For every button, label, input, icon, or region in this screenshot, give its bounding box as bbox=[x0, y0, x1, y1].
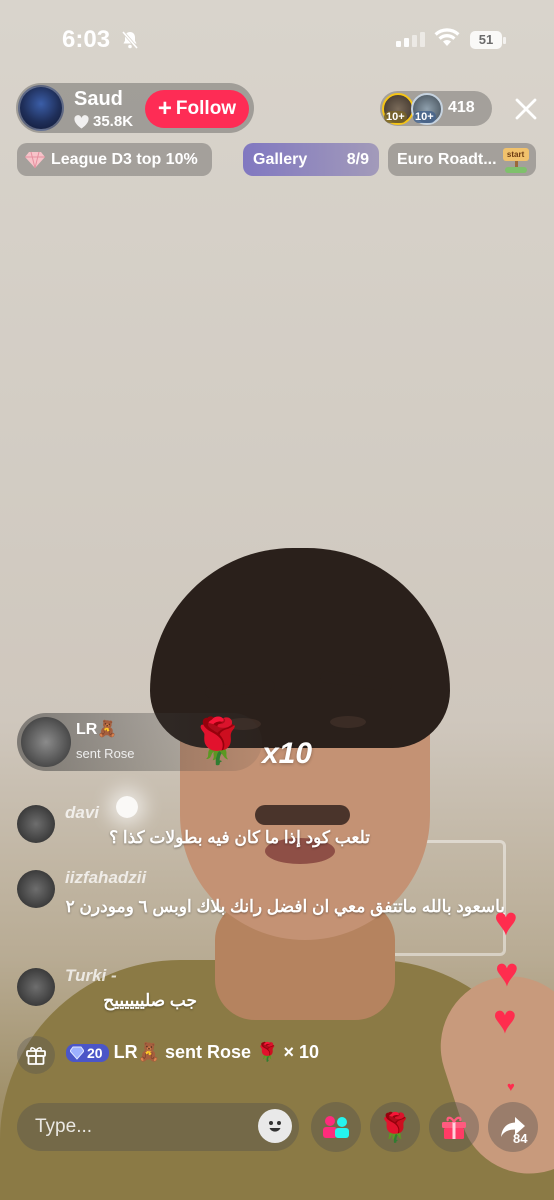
battery-nub bbox=[503, 37, 506, 44]
comment-text: جب صلييييييح bbox=[103, 991, 197, 1010]
right-eye bbox=[330, 716, 366, 728]
smiley-icon bbox=[263, 1114, 287, 1138]
follow-label: Follow bbox=[175, 98, 237, 119]
live-video-background bbox=[0, 0, 554, 1200]
gift-combo-count: x10 bbox=[262, 737, 313, 770]
gallery-label: Gallery bbox=[253, 150, 308, 168]
gift-action: sent Rose bbox=[76, 746, 135, 761]
comment-input[interactable] bbox=[17, 1103, 299, 1151]
comment-username[interactable]: iizfahadzii bbox=[65, 868, 146, 888]
ceiling-light bbox=[116, 796, 138, 818]
gift-box-icon[interactable] bbox=[17, 1036, 55, 1074]
viewer-rank-badge: 10+ bbox=[413, 111, 436, 123]
host-likes-count: 35.8K bbox=[93, 113, 134, 130]
rose-gift-icon: 🌹 bbox=[190, 717, 245, 766]
floating-heart-icon: ♥ bbox=[495, 951, 519, 995]
viewer-count[interactable]: 418 bbox=[448, 99, 475, 117]
comment-text: تلعب كود إذا ما كان فيه بطولات كذا ؟ bbox=[109, 828, 370, 847]
floating-heart-icon: ♥ bbox=[507, 1079, 515, 1094]
viewer-rank-badge: 10+ bbox=[384, 111, 407, 123]
euro-roadtrip-tag[interactable]: Euro Roadt... start bbox=[388, 143, 536, 176]
league-label: League D3 top 10% bbox=[51, 150, 198, 168]
level-diamond-icon bbox=[70, 1046, 84, 1060]
diamond-icon bbox=[25, 151, 45, 168]
moustache bbox=[255, 805, 350, 825]
comment-avatar[interactable] bbox=[17, 968, 55, 1006]
comment-username[interactable]: Turki - bbox=[65, 966, 117, 986]
host-likes: 35.8K bbox=[74, 113, 133, 130]
guest-connect-button[interactable] bbox=[311, 1102, 361, 1152]
battery-indicator: 51 bbox=[470, 31, 502, 49]
gift-activity-line: 20 LR🧸 sent Rose 🌹 × 10 bbox=[66, 1042, 319, 1063]
rose-quick-gift-button[interactable]: 🌹 bbox=[370, 1102, 420, 1152]
top-viewer-2[interactable]: 10+ bbox=[411, 93, 443, 125]
comment-avatar[interactable] bbox=[17, 870, 55, 908]
follow-button[interactable]: + Follow bbox=[145, 90, 249, 128]
gift-sender-name[interactable]: LR🧸 bbox=[76, 719, 117, 739]
comment-avatar[interactable] bbox=[17, 805, 55, 843]
plus-icon: + bbox=[157, 95, 172, 122]
start-sign-icon: start bbox=[502, 147, 529, 173]
share-count: 84 bbox=[513, 1131, 528, 1146]
status-time: 6:03 bbox=[62, 26, 111, 53]
start-sign-text: start bbox=[502, 147, 529, 161]
host-name[interactable]: Saud bbox=[74, 88, 123, 111]
host-avatar[interactable] bbox=[18, 85, 64, 131]
activity-count: × 10 bbox=[283, 1042, 319, 1062]
gift-icon bbox=[442, 1116, 466, 1139]
gift-button[interactable] bbox=[429, 1102, 479, 1152]
floating-heart-icon: ♥ bbox=[493, 998, 517, 1042]
activity-user[interactable]: LR🧸 bbox=[114, 1042, 160, 1063]
user-level-badge: 20 bbox=[66, 1043, 109, 1062]
top-viewer-1[interactable]: 10+ bbox=[382, 93, 414, 125]
close-button[interactable] bbox=[511, 94, 541, 124]
activity-action: sent Rose bbox=[164, 1042, 252, 1062]
activity-rose-icon: 🌹 bbox=[256, 1042, 279, 1062]
comment-text: ياسعود بالله ماتتفق معي ان افضل رانك بلا… bbox=[65, 897, 505, 916]
gift-sender-avatar[interactable] bbox=[21, 717, 71, 767]
user-level: 20 bbox=[87, 1044, 103, 1061]
cellular-signal-icon bbox=[396, 32, 425, 47]
multi-guest-icon bbox=[323, 1116, 349, 1138]
euro-label: Euro Roadt... bbox=[397, 150, 497, 168]
floating-heart-icon: ♥ bbox=[494, 900, 518, 944]
emoji-button[interactable] bbox=[258, 1109, 292, 1143]
close-icon bbox=[515, 98, 537, 120]
league-tag[interactable]: League D3 top 10% bbox=[17, 143, 212, 176]
rose-icon: 🌹 bbox=[377, 1111, 413, 1143]
comment-username[interactable]: davi bbox=[65, 803, 99, 823]
heart-icon bbox=[74, 114, 89, 128]
gallery-tag[interactable]: Gallery 8/9 bbox=[243, 143, 379, 176]
bell-muted-icon bbox=[120, 30, 140, 55]
wifi-icon bbox=[434, 28, 460, 53]
gallery-count: 8/9 bbox=[346, 150, 369, 168]
